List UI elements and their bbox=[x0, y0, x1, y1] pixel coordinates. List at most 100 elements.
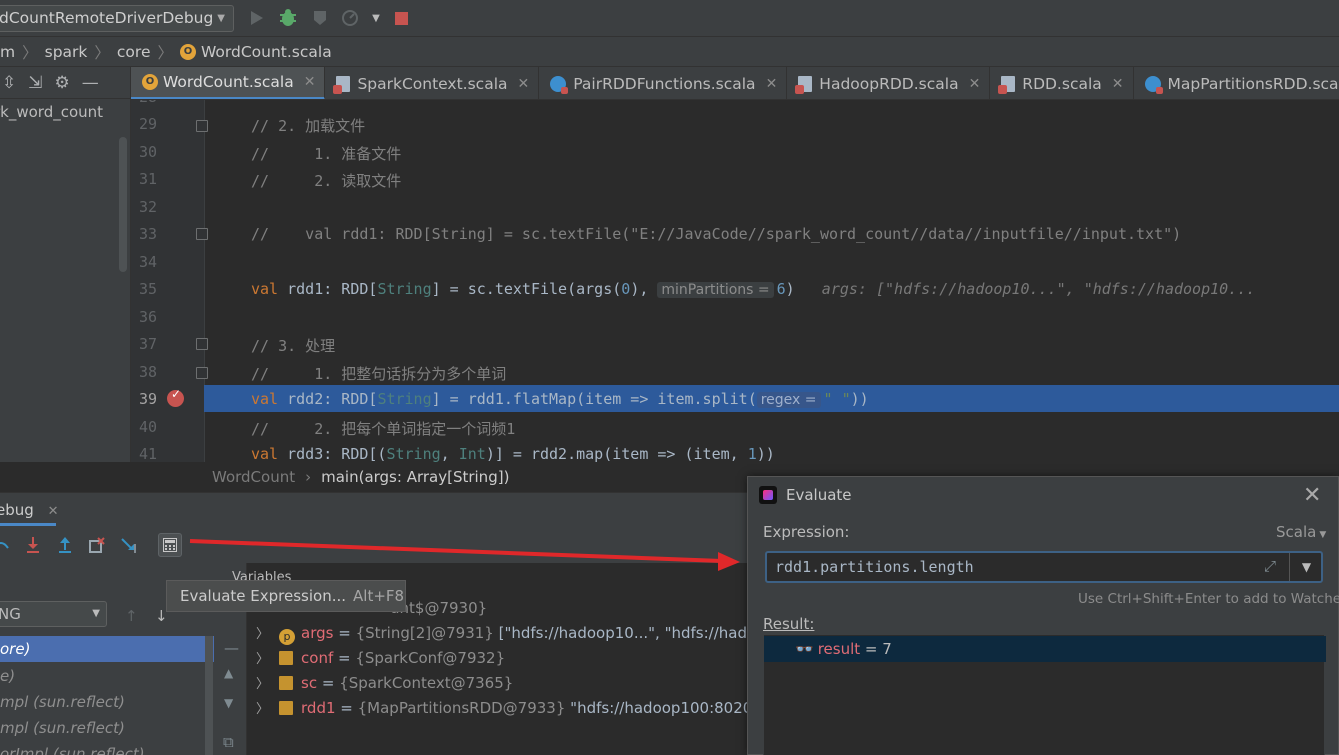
tab-rdd[interactable]: RDD.scala ✕ bbox=[990, 67, 1134, 99]
variable-row[interactable]: 〉 rdd1 = {MapPartitionsRDD@7933} "hdfs://… bbox=[256, 696, 771, 721]
run-configuration-select[interactable]: dCountRemoteDriverDebug ▼ bbox=[0, 5, 234, 32]
code-line: // 2. 读取文件 bbox=[251, 172, 402, 190]
code-editor[interactable]: 28 29 30 31 32 33 34 35 36 37 38 39 40 4… bbox=[131, 100, 1339, 462]
close-icon[interactable]: ✕ bbox=[969, 76, 981, 92]
line-number: 34 bbox=[138, 253, 157, 271]
language-select[interactable]: Scala ▼ bbox=[1276, 523, 1326, 541]
scala-class-icon bbox=[550, 75, 569, 94]
evaluate-expression-button[interactable] bbox=[158, 533, 182, 557]
chevron-down-icon: ▼ bbox=[1301, 560, 1312, 574]
tab-pairrddfunctions[interactable]: PairRDDFunctions.scala ✕ bbox=[539, 67, 788, 99]
tab-sparkcontext[interactable]: SparkContext.scala ✕ bbox=[325, 67, 540, 99]
expand-all-icon[interactable]: ⇳ bbox=[2, 73, 16, 93]
chevron-right-icon[interactable]: 〉 bbox=[256, 702, 269, 717]
variable-row[interactable]: 〉 p args = {String[2]@7931} ["hdfs://hadoo… bbox=[256, 621, 775, 646]
project-scrollbar[interactable] bbox=[119, 137, 127, 272]
frames-scrollbar[interactable] bbox=[205, 636, 213, 755]
evaluate-dialog-title: Evaluate bbox=[786, 486, 852, 504]
collapse-all-icon[interactable]: ⇲ bbox=[28, 73, 42, 93]
thread-select[interactable]: NG ▼ bbox=[0, 601, 107, 627]
tab-label: PairRDDFunctions.scala bbox=[573, 74, 756, 93]
editor-tabs: O WordCount.scala ✕ SparkContext.scala ✕… bbox=[131, 67, 1339, 100]
fold-marker-icon[interactable] bbox=[196, 120, 208, 132]
breadcrumb-item[interactable]: m bbox=[0, 43, 15, 61]
chevron-right-icon[interactable]: 〉 bbox=[256, 652, 269, 667]
fold-marker-icon[interactable] bbox=[196, 228, 208, 240]
scala-class-icon bbox=[1144, 75, 1163, 94]
scala-object-icon: O bbox=[180, 43, 196, 60]
run-to-cursor-icon[interactable] bbox=[120, 536, 138, 554]
drop-frame-icon[interactable] bbox=[88, 536, 106, 554]
close-icon[interactable]: ✕ bbox=[518, 76, 530, 92]
close-icon[interactable]: ✕ bbox=[1112, 76, 1124, 92]
frame-item[interactable]: ore) bbox=[0, 636, 214, 662]
tab-hadooprdd[interactable]: HadoopRDD.scala ✕ bbox=[787, 67, 991, 99]
line-number: 36 bbox=[138, 308, 157, 326]
expression-input[interactable] bbox=[767, 553, 1287, 581]
frame-item[interactable]: mpl (sun.reflect) bbox=[0, 689, 214, 715]
breadcrumb-separator-icon: 〉 bbox=[22, 43, 38, 62]
breadcrumb-item[interactable]: core bbox=[117, 43, 151, 61]
stop-icon[interactable] bbox=[391, 8, 411, 28]
expression-history-dropdown[interactable]: ▼ bbox=[1289, 553, 1323, 581]
copy-icon[interactable]: ⧉ bbox=[223, 733, 234, 751]
breakpoint-icon[interactable] bbox=[167, 387, 184, 407]
move-up-icon[interactable]: ▲ bbox=[224, 666, 233, 680]
evaluate-expression-tooltip: Evaluate Expression... Alt+F8 bbox=[166, 580, 406, 612]
line-number: 29 bbox=[138, 115, 157, 133]
previous-frame-icon[interactable]: ↑ bbox=[125, 607, 138, 625]
editor-gutter[interactable]: 28 29 30 31 32 33 34 35 36 37 38 39 40 4… bbox=[131, 100, 208, 462]
profile-icon[interactable] bbox=[340, 8, 360, 28]
expand-icon[interactable]: ⤢ bbox=[1264, 557, 1276, 575]
variable-row[interactable]: 〉 conf = {SparkConf@7932} bbox=[256, 646, 505, 671]
tab-mappartitionsrdd[interactable]: MapPartitionsRDD.scala ✕ bbox=[1134, 67, 1339, 99]
step-out-icon[interactable] bbox=[56, 536, 74, 554]
code-breadcrumb-method[interactable]: main(args: Array[String]) bbox=[321, 468, 509, 486]
project-panel-toolbar: ⇳ ⇲ ⚙ — bbox=[0, 67, 131, 99]
close-icon[interactable]: ✕ bbox=[304, 74, 316, 90]
close-icon[interactable]: ✕ bbox=[766, 76, 778, 92]
move-down-icon[interactable]: ▼ bbox=[224, 696, 233, 710]
close-icon[interactable]: ✕ bbox=[48, 504, 59, 519]
thread-select-value: NG bbox=[0, 605, 21, 623]
breadcrumb-separator-icon: 〉 bbox=[94, 43, 110, 62]
variable-row[interactable]: 〉 sc = {SparkContext@7365} bbox=[256, 671, 513, 696]
debug-bug-icon[interactable] bbox=[278, 8, 298, 28]
code-line: val rdd3: RDD[(String, Int)] = rdd2.map(… bbox=[251, 445, 775, 462]
breadcrumb-separator-icon: › bbox=[305, 468, 312, 486]
project-tree-item[interactable]: rk_word_count bbox=[0, 103, 103, 121]
step-into-icon[interactable] bbox=[24, 536, 42, 554]
line-number: 35 bbox=[138, 280, 157, 298]
frame-item[interactable]: e) bbox=[0, 663, 214, 689]
breadcrumb-item[interactable]: spark bbox=[45, 43, 88, 61]
inline-debug-value: args: ["hdfs://hadoop10...", "hdfs://had… bbox=[821, 280, 1256, 298]
chevron-down-icon: ▼ bbox=[92, 608, 100, 619]
debug-tab[interactable]: ebug ✕ bbox=[0, 501, 58, 519]
run-icon[interactable] bbox=[247, 8, 267, 28]
calculator-icon bbox=[163, 538, 177, 552]
fold-marker-icon[interactable] bbox=[196, 338, 208, 350]
hide-icon[interactable]: — bbox=[82, 73, 99, 93]
result-row[interactable]: 👓 result = 7 bbox=[764, 636, 1326, 662]
chevron-right-icon[interactable]: 〉 bbox=[256, 677, 269, 692]
frame-item[interactable]: mpl (sun.reflect) bbox=[0, 715, 214, 741]
tab-label: MapPartitionsRDD.scala bbox=[1167, 74, 1339, 93]
intellij-logo-icon bbox=[759, 486, 777, 504]
chevron-right-icon[interactable]: 〉 bbox=[256, 627, 269, 642]
evaluate-dialog-header[interactable]: Evaluate bbox=[748, 477, 1339, 513]
fold-marker-icon[interactable] bbox=[196, 367, 208, 379]
frame-item[interactable]: orImpl (sun.reflect) bbox=[0, 741, 214, 755]
chevron-down-icon: ▼ bbox=[1319, 530, 1327, 540]
run-with-coverage-icon[interactable] bbox=[310, 8, 330, 28]
gear-icon[interactable]: ⚙ bbox=[55, 73, 70, 93]
step-over-icon[interactable] bbox=[0, 536, 10, 554]
line-number: 30 bbox=[138, 143, 157, 161]
locked-file-icon bbox=[795, 75, 813, 94]
more-run-options-icon[interactable]: ▼ bbox=[366, 8, 386, 28]
code-breadcrumb-object[interactable]: WordCount bbox=[212, 468, 295, 486]
tab-wordcount[interactable]: O WordCount.scala ✕ bbox=[131, 67, 326, 99]
breadcrumb-item[interactable]: WordCount.scala bbox=[201, 43, 332, 61]
close-icon[interactable]: ✕ bbox=[1303, 483, 1321, 508]
field-icon bbox=[279, 676, 294, 690]
remove-watch-icon[interactable]: — bbox=[224, 639, 239, 657]
